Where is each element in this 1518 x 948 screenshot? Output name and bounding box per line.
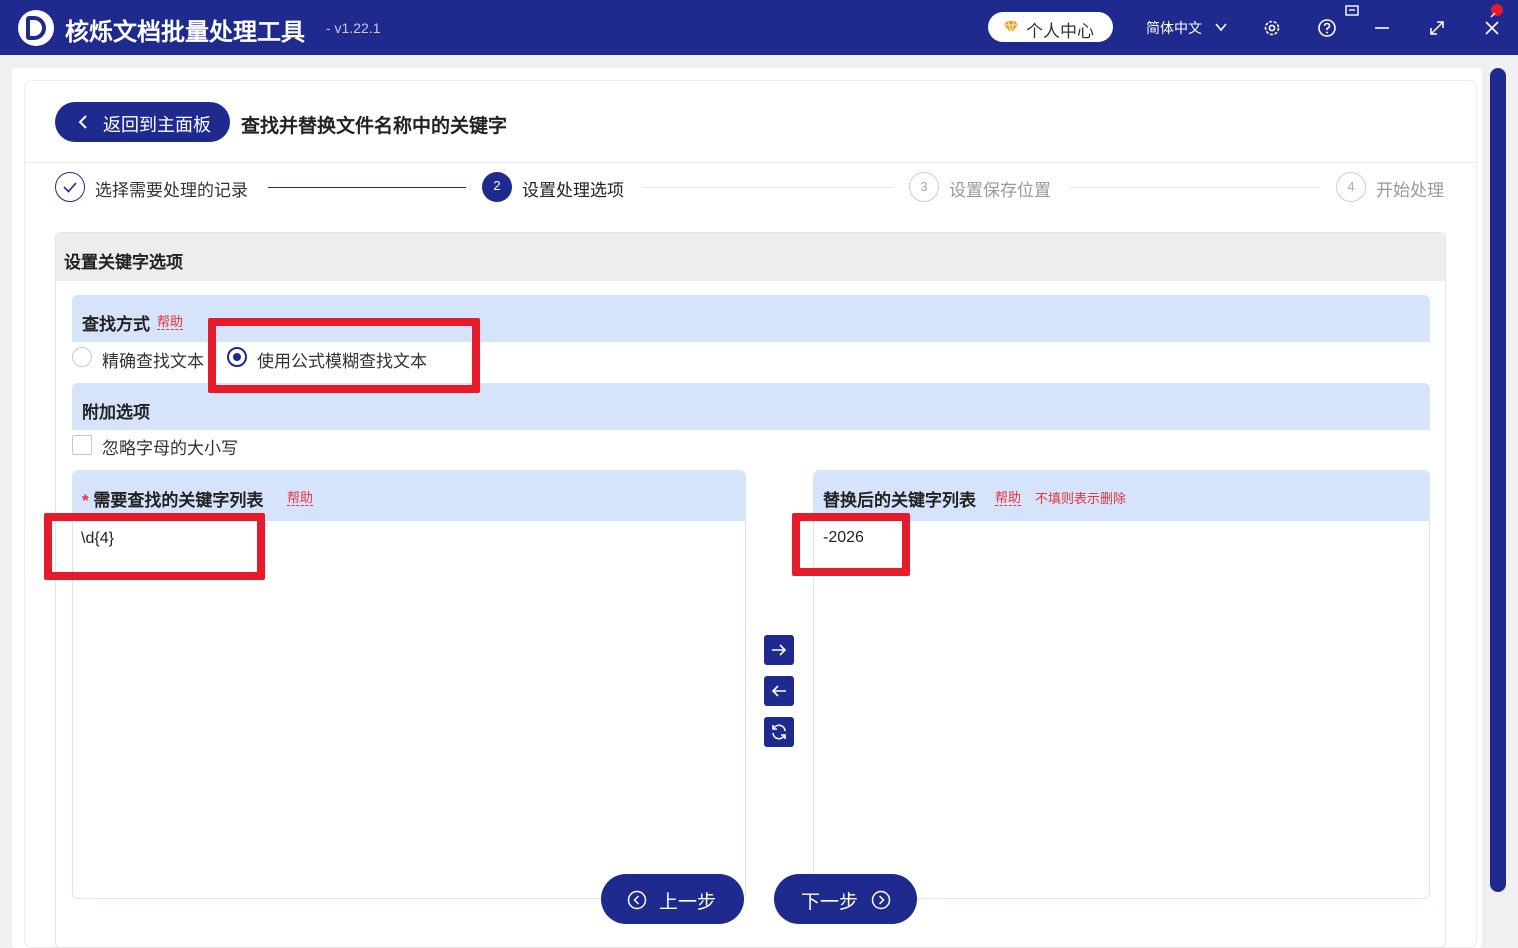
back-to-dashboard-button[interactable]: 返回到主面板: [55, 102, 230, 142]
step-2-number: 2: [482, 172, 512, 202]
refresh-icon: [772, 724, 786, 740]
step-2-label: 设置处理选项: [522, 181, 624, 200]
next-step-button[interactable]: 下一步: [774, 874, 917, 924]
find-list-title: * 需要查找的关键字列表: [82, 486, 263, 511]
extra-options-title: 附加选项: [82, 403, 150, 422]
step-connector: [1070, 187, 1320, 188]
highlight-formula-option: [208, 318, 480, 393]
help-icon[interactable]: [1317, 18, 1337, 38]
chevron-left-icon: [78, 115, 87, 129]
maximize-icon[interactable]: [1427, 18, 1447, 38]
ignore-case-label[interactable]: 忽略字母的大小写: [102, 434, 238, 459]
divider: [25, 162, 1476, 163]
step-connector: [268, 187, 466, 188]
replace-list-note: 不填则表示删除: [1035, 491, 1127, 506]
previous-step-button[interactable]: 上一步: [601, 874, 744, 924]
page-title: 查找并替换文件名称中的关键字: [241, 116, 508, 137]
step-4-label: 开始处理: [1376, 181, 1444, 200]
arrow-left-icon: [771, 685, 786, 697]
previous-step-label: 上一步: [659, 892, 717, 913]
replace-list-title: 替换后的关键字列表: [823, 491, 976, 510]
user-center-label: 个人中心: [1026, 22, 1094, 41]
arrow-right-icon: [772, 644, 787, 656]
ignore-case-checkbox[interactable]: [72, 435, 92, 455]
settings-gear-icon[interactable]: [1262, 18, 1282, 38]
options-panel-title: 设置关键字选项: [64, 253, 183, 272]
search-mode-help-link[interactable]: 帮助: [157, 314, 184, 330]
chevron-left-circle-icon: [627, 890, 647, 910]
vertical-scrollbar[interactable]: [1490, 68, 1506, 892]
arrow-left-button[interactable]: [764, 676, 794, 706]
radio-exact-search[interactable]: [72, 347, 92, 367]
step-4-number: 4: [1336, 172, 1366, 202]
exact-search-label[interactable]: 精确查找文本: [102, 347, 204, 372]
search-mode-title: 查找方式: [82, 315, 150, 334]
arrow-right-button[interactable]: [764, 635, 794, 665]
step-1-done-check-icon: [55, 172, 85, 202]
highlight-find-keyword: [44, 513, 265, 580]
app-version: - v1.22.1: [326, 20, 381, 36]
language-selector[interactable]: 简体中文: [1146, 18, 1202, 38]
find-list-title-text: 需要查找的关键字列表: [93, 491, 264, 510]
back-button-label: 返回到主面板: [103, 115, 211, 135]
step-1-label: 选择需要处理的记录: [95, 181, 248, 200]
required-mark: *: [82, 491, 89, 510]
title-bar: 核烁文档批量处理工具 - v1.22.1 个人中心 简体中文: [0, 0, 1518, 55]
app-title: 核烁文档批量处理工具: [65, 19, 305, 46]
user-center-button[interactable]: 个人中心: [988, 12, 1113, 42]
next-step-label: 下一步: [801, 892, 859, 913]
step-connector: [643, 187, 893, 188]
diamond-icon: [1004, 21, 1018, 33]
step-3-number: 3: [909, 172, 939, 202]
refresh-button[interactable]: [764, 717, 794, 747]
minimize-icon[interactable]: [1372, 18, 1392, 38]
close-icon[interactable]: [1482, 18, 1502, 38]
app-logo-icon: [18, 10, 54, 46]
chevron-right-circle-icon: [871, 890, 891, 910]
options-panel-header: [56, 233, 1445, 281]
step-3-label: 设置保存位置: [949, 181, 1051, 200]
notification-icon: [1490, 4, 1503, 18]
replace-list-help-link[interactable]: 帮助: [995, 490, 1022, 506]
highlight-replace-keyword: [792, 513, 910, 576]
find-list-help-link[interactable]: 帮助: [287, 490, 314, 506]
chevron-down-icon[interactable]: [1214, 20, 1228, 34]
message-icon[interactable]: [1344, 4, 1362, 20]
